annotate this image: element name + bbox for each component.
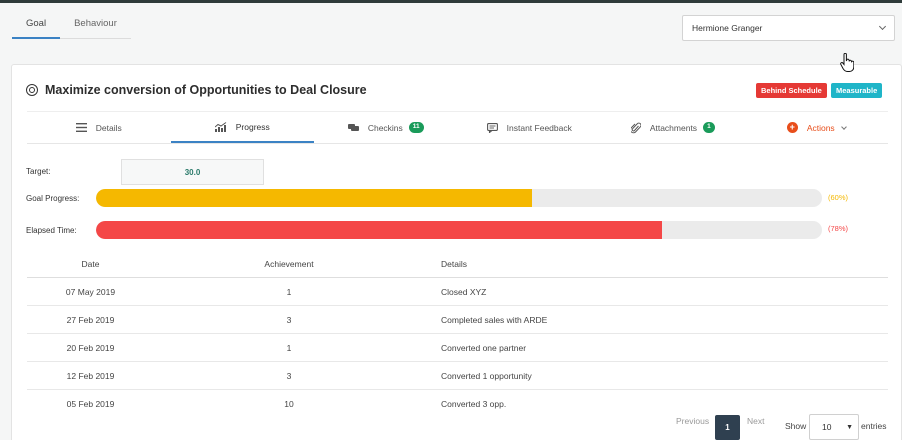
elapsed-time-fill <box>96 221 663 239</box>
tab-checkins[interactable]: Checkins 11 <box>314 112 458 143</box>
table-header: Date Achievement Details <box>27 250 888 278</box>
goal-header: Maximize conversion of Opportunities to … <box>26 83 367 97</box>
top-accent-line <box>0 0 902 3</box>
actions-label: Actions <box>806 122 835 133</box>
cell-date: 12 Feb 2019 <box>66 370 115 381</box>
checkins-table: Date Achievement Details 07 May 2019 1 C… <box>27 250 888 418</box>
page-size-value: 10 <box>822 422 832 432</box>
cell-achievement: 10 <box>284 399 294 409</box>
page-size-select[interactable]: 10 ▼ <box>809 414 859 440</box>
target-icon <box>26 84 38 96</box>
tab-details-label: Details <box>95 122 122 133</box>
cell-details: Converted 1 opportunity <box>441 370 532 381</box>
chevron-down-icon <box>840 123 847 130</box>
tab-goal[interactable]: Goal <box>12 9 61 39</box>
top-tabs: Goal Behaviour <box>12 9 131 39</box>
cell-date: 07 May 2019 <box>65 286 116 297</box>
employee-select[interactable]: Hermione Granger <box>682 15 895 41</box>
cell-details: Converted one partner <box>441 342 527 353</box>
tab-progress[interactable]: Progress <box>170 112 314 143</box>
goal-progress-percent: (60%) <box>828 193 849 202</box>
elapsed-time-percent: (78%) <box>828 224 849 233</box>
goal-sub-tabs: Details Progress Checkins 11 Instant Fee… <box>27 111 888 144</box>
cell-details: Converted 3 opp. <box>441 399 507 409</box>
status-badge: Behind Schedule <box>756 83 827 98</box>
pagination-next[interactable]: Next <box>747 416 764 426</box>
pagination-page-1[interactable]: 1 <box>715 415 740 440</box>
table-row: 20 Feb 2019 1 Converted one partner <box>27 334 888 362</box>
table-row: 27 Feb 2019 3 Completed sales with ARDE <box>27 306 888 334</box>
actions-dropdown[interactable]: + Actions <box>745 112 889 143</box>
cell-achievement: 1 <box>286 342 292 353</box>
type-badge: Measurable <box>831 83 883 98</box>
cell-achievement: 3 <box>286 370 292 381</box>
cell-details: Completed sales with ARDE <box>441 314 548 325</box>
tab-instant-feedback-label: Instant Feedback <box>506 122 572 133</box>
goal-progress-label: Goal Progress: <box>26 194 80 203</box>
show-label: Show <box>785 421 807 431</box>
cell-date: 05 Feb 2019 <box>66 399 115 409</box>
cell-achievement: 3 <box>286 314 292 325</box>
checkins-count-badge: 11 <box>408 122 424 133</box>
tab-progress-label: Progress <box>235 121 270 132</box>
attachments-count-badge: 1 <box>703 122 715 133</box>
comments-icon <box>347 123 359 132</box>
chevron-down-icon <box>878 22 887 31</box>
table-row: 07 May 2019 1 Closed XYZ <box>27 278 888 306</box>
employee-select-value: Hermione Granger <box>692 23 763 33</box>
goal-progress-fill <box>96 189 532 207</box>
plus-circle-icon: + <box>786 122 798 133</box>
tab-attachments-label: Attachments <box>649 122 698 133</box>
table-row: 12 Feb 2019 3 Converted 1 opportunity <box>27 362 888 390</box>
elapsed-time-bar <box>96 221 822 239</box>
column-header-achievement[interactable]: Achievement <box>154 259 424 269</box>
column-header-date[interactable]: Date <box>27 259 154 269</box>
goal-title: Maximize conversion of Opportunities to … <box>45 83 367 97</box>
tab-behaviour[interactable]: Behaviour <box>60 9 131 39</box>
message-icon <box>486 122 498 133</box>
elapsed-time-label: Elapsed Time: <box>26 226 77 235</box>
paperclip-icon <box>630 122 641 134</box>
tab-attachments[interactable]: Attachments 1 <box>601 112 745 143</box>
column-header-details[interactable]: Details <box>424 259 467 269</box>
table-row: 05 Feb 2019 10 Converted 3 opp. <box>27 390 888 418</box>
cell-date: 27 Feb 2019 <box>66 314 115 325</box>
target-label: Target: <box>26 167 51 176</box>
cell-details: Closed XYZ <box>441 286 487 297</box>
caret-down-icon: ▼ <box>846 423 853 431</box>
target-value: 30.0 <box>121 159 264 185</box>
list-icon <box>75 123 87 132</box>
tab-checkins-label: Checkins <box>367 122 403 133</box>
entries-label: entries <box>861 421 887 431</box>
goal-card: Maximize conversion of Opportunities to … <box>11 64 902 440</box>
chart-line-icon <box>214 121 227 132</box>
cell-achievement: 1 <box>286 286 292 297</box>
tab-instant-feedback[interactable]: Instant Feedback <box>458 112 602 143</box>
pagination-previous[interactable]: Previous <box>676 416 709 426</box>
hand-cursor-icon <box>840 53 854 72</box>
goal-progress-bar <box>96 189 822 207</box>
tab-details[interactable]: Details <box>27 112 171 143</box>
cell-date: 20 Feb 2019 <box>66 342 115 353</box>
